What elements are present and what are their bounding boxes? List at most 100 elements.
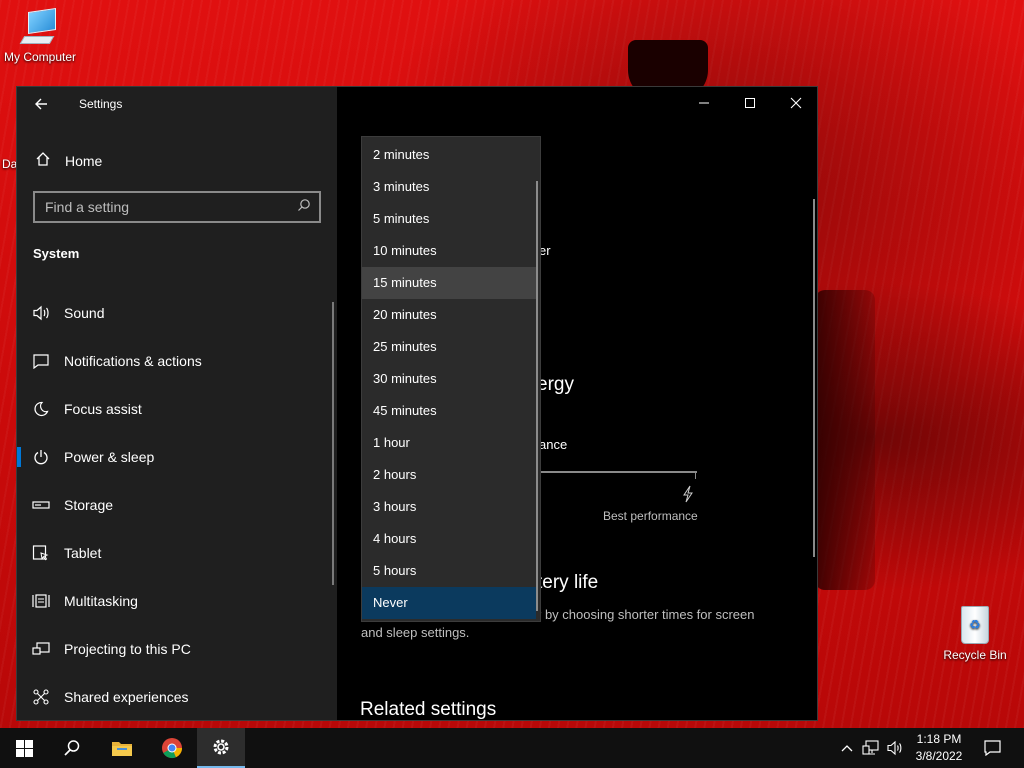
maximize-button[interactable] — [727, 93, 773, 115]
network-icon — [862, 740, 879, 755]
dropdown-option-hovered[interactable]: 15 minutes — [362, 267, 536, 299]
dropdown-option[interactable]: 45 minutes — [362, 395, 536, 427]
tablet-icon — [31, 543, 51, 563]
sleep-time-dropdown[interactable]: 2 minutes 3 minutes 5 minutes 10 minutes… — [361, 136, 541, 622]
shared-icon — [31, 687, 51, 707]
minimize-icon — [699, 102, 709, 104]
computer-icon — [18, 8, 62, 48]
sidebar-item-label: Projecting to this PC — [64, 641, 191, 657]
dropdown-option[interactable]: 25 minutes — [362, 331, 536, 363]
desktop-icon-label: Da — [2, 157, 18, 171]
dropdown-option[interactable]: 10 minutes — [362, 235, 536, 267]
sidebar-item-label: Power & sleep — [64, 449, 155, 465]
dropdown-option[interactable]: 1 hour — [362, 427, 536, 459]
content-heading-fragment: ergy — [537, 374, 574, 395]
back-button[interactable] — [27, 93, 55, 115]
taskbar: 1:18 PM 3/8/2022 — [0, 728, 1024, 768]
chrome-icon — [162, 738, 183, 759]
nav-scrollbar[interactable] — [332, 302, 334, 585]
dropdown-option-selected[interactable]: Never — [362, 587, 536, 619]
sidebar-item-multitasking[interactable]: Multitasking — [17, 577, 333, 625]
sidebar-item-notifications[interactable]: Notifications & actions — [17, 337, 333, 385]
storage-icon — [31, 495, 51, 515]
dropdown-option[interactable]: 5 hours — [362, 555, 536, 587]
volume-button[interactable] — [884, 728, 906, 768]
dropdown-option[interactable]: 3 minutes — [362, 171, 536, 203]
dropdown-scrollbar[interactable] — [536, 181, 538, 611]
desktop-icon-partial[interactable]: Da — [2, 157, 17, 171]
desktop-icon-label: My Computer — [3, 50, 77, 64]
file-explorer-button[interactable] — [98, 728, 146, 768]
projecting-icon — [31, 639, 51, 659]
title-bar: Settings — [17, 87, 337, 121]
dropdown-option[interactable]: 20 minutes — [362, 299, 536, 331]
multitasking-icon — [31, 591, 51, 611]
gear-icon — [213, 739, 229, 755]
chrome-button[interactable] — [148, 728, 196, 768]
home-icon — [33, 151, 53, 171]
notification-icon — [983, 740, 1001, 756]
action-center-button[interactable] — [978, 728, 1006, 768]
dropdown-option[interactable]: 5 minutes — [362, 203, 536, 235]
sidebar-item-focus-assist[interactable]: Focus assist — [17, 385, 333, 433]
recycle-bin-icon: ♻ — [956, 602, 994, 646]
sidebar-item-storage[interactable]: Storage — [17, 481, 333, 529]
dropdown-option[interactable]: 30 minutes — [362, 363, 536, 395]
search-input[interactable] — [35, 193, 319, 221]
search-taskbar-button[interactable] — [48, 728, 96, 768]
battery-description-fragment-2: and sleep settings. — [361, 625, 470, 640]
windows-logo-icon — [15, 739, 33, 757]
search-icon[interactable] — [297, 198, 313, 214]
power-icon — [31, 447, 51, 467]
close-button[interactable] — [773, 93, 819, 115]
section-title: System — [33, 246, 80, 261]
speaker-icon — [31, 303, 51, 323]
sidebar-item-sound[interactable]: Sound — [17, 289, 333, 337]
dropdown-option[interactable]: 3 hours — [362, 491, 536, 523]
sidebar-item-label: Tablet — [64, 545, 102, 561]
network-button[interactable] — [860, 728, 882, 768]
close-icon — [790, 97, 802, 109]
sidebar-item-shared-experiences[interactable]: Shared experiences — [17, 673, 333, 721]
home-link[interactable]: Home — [33, 149, 102, 173]
navigation-pane: Settings Home System Sound — [17, 87, 337, 720]
settings-taskbar-button[interactable] — [197, 728, 245, 768]
desktop-icon-label: Recycle Bin — [943, 648, 1007, 662]
sidebar-item-label: Shared experiences — [64, 689, 189, 705]
desktop-icon-my-computer[interactable]: My Computer — [2, 8, 78, 64]
notification-icon — [31, 351, 51, 371]
sidebar-item-tablet[interactable]: Tablet — [17, 529, 333, 577]
sidebar-item-power-sleep[interactable]: Power & sleep — [17, 433, 333, 481]
best-performance-label: Best performance — [603, 509, 698, 523]
power-mode-slider-track[interactable] — [537, 471, 697, 473]
back-arrow-icon — [35, 98, 47, 110]
power-mode-value-fragment: ance — [539, 437, 568, 452]
dropdown-option[interactable]: 2 hours — [362, 459, 536, 491]
minimize-button[interactable] — [681, 93, 727, 115]
clock-date: 3/8/2022 — [915, 749, 963, 763]
dropdown-option[interactable]: 2 minutes — [362, 139, 536, 171]
search-icon — [64, 740, 80, 756]
battery-description-fragment: r by choosing shorter times for screen — [537, 607, 755, 622]
battery-heading-fragment: tery life — [537, 572, 599, 593]
maximize-icon — [745, 98, 755, 108]
power-mode-slider-tick — [695, 473, 696, 479]
moon-icon — [31, 399, 51, 419]
clock-time: 1:18 PM — [916, 732, 962, 746]
chevron-up-icon — [841, 745, 853, 752]
sidebar-item-projecting[interactable]: Projecting to this PC — [17, 625, 333, 673]
lightning-icon — [683, 485, 693, 503]
wallpaper-figure-cape — [815, 290, 875, 590]
dropdown-option[interactable]: 4 hours — [362, 523, 536, 555]
show-hidden-icons-button[interactable] — [838, 728, 856, 768]
desktop-icon-recycle-bin[interactable]: ♻ Recycle Bin — [938, 602, 1012, 662]
related-settings-heading: Related settings — [360, 699, 497, 720]
app-title: Settings — [79, 97, 123, 111]
clock[interactable]: 1:18 PM 3/8/2022 — [906, 731, 972, 765]
start-button[interactable] — [0, 728, 48, 768]
search-box[interactable] — [33, 191, 321, 223]
sidebar-item-label: Multitasking — [64, 593, 138, 609]
folder-icon — [112, 742, 132, 756]
content-scrollbar[interactable] — [813, 199, 815, 557]
home-label: Home — [65, 153, 103, 169]
